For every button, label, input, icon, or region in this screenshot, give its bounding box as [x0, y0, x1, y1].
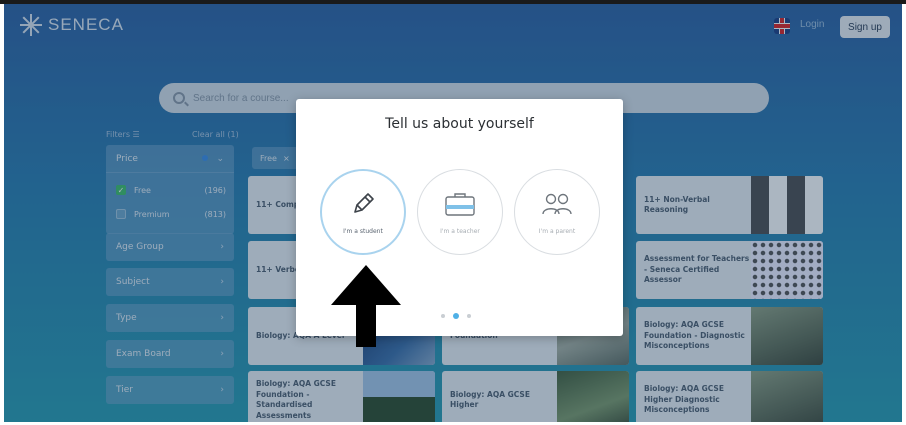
course-title: Biology: AQA GCSE Higher Diagnostic Misc…: [644, 384, 724, 415]
active-filter-dot: [202, 154, 209, 161]
option-label: Free: [134, 185, 151, 195]
role-label: I'm a teacher: [440, 227, 480, 235]
pagination-dots: [441, 313, 471, 319]
uk-flag-icon[interactable]: [774, 18, 790, 34]
role-student-option[interactable]: I'm a student: [320, 169, 406, 255]
course-card[interactable]: Biology: AQA GCSE Higher: [442, 371, 629, 422]
course-title: Biology: AQA GCSE Higher: [450, 389, 530, 410]
seneca-logo[interactable]: SENECA: [20, 14, 124, 36]
course-thumbnail: [751, 371, 823, 422]
filter-type[interactable]: Type ›: [106, 304, 234, 332]
course-thumbnail: [751, 307, 823, 365]
chevron-right-icon: ›: [220, 277, 224, 287]
role-parent-option[interactable]: I'm a parent: [514, 169, 600, 255]
filters-label: Filters ☰: [106, 130, 140, 139]
modal-title: Tell us about yourself: [385, 116, 534, 132]
course-title: Biology: AQA GCSE Foundation - Diagnosti…: [644, 320, 745, 351]
role-teacher-option[interactable]: I'm a teacher: [417, 169, 503, 255]
course-thumbnail: [363, 371, 435, 422]
search-placeholder: Search for a course...: [193, 92, 289, 104]
chevron-right-icon: ›: [220, 242, 224, 252]
filter-option-premium[interactable]: Premium (813): [116, 207, 226, 221]
course-title: 11+ Non-Verbal Reasoning: [644, 194, 710, 215]
filter-exam-board[interactable]: Exam Board ›: [106, 340, 234, 368]
filter-label: Type: [116, 313, 137, 323]
course-thumbnail: [751, 241, 823, 299]
option-count: (196): [204, 185, 226, 195]
filter-label: Tier: [116, 385, 133, 395]
filter-label: Exam Board: [116, 349, 171, 359]
chevron-right-icon: ›: [220, 385, 224, 395]
login-link[interactable]: Login: [800, 19, 824, 30]
option-count: (813): [204, 209, 226, 219]
signup-button[interactable]: Sign up: [840, 16, 890, 38]
arrow-up-icon: [331, 265, 401, 347]
chevron-right-icon: ›: [220, 349, 224, 359]
filter-age-group[interactable]: Age Group ›: [106, 233, 234, 261]
page-dot[interactable]: [467, 314, 471, 318]
filter-tier[interactable]: Tier ›: [106, 376, 234, 404]
filter-label: Subject: [116, 277, 150, 287]
pencil-icon: [354, 192, 374, 213]
people-icon: [542, 193, 572, 214]
page-dot-active[interactable]: [453, 313, 459, 319]
course-thumbnail: [557, 371, 629, 422]
clear-all-link[interactable]: Clear all (1): [192, 130, 239, 139]
course-card[interactable]: Biology: AQA GCSE Foundation - Standardi…: [248, 371, 435, 422]
chevron-right-icon: ›: [220, 313, 224, 323]
course-thumbnail: [751, 176, 823, 234]
checkbox-icon[interactable]: [116, 209, 126, 219]
seneca-burst-icon: [20, 14, 42, 36]
filter-subject[interactable]: Subject ›: [106, 268, 234, 296]
filter-option-free[interactable]: ✓ Free (196): [116, 183, 226, 197]
course-card[interactable]: Biology: AQA GCSE Foundation - Diagnosti…: [636, 307, 823, 365]
course-title: Biology: AQA GCSE Foundation - Standardi…: [256, 379, 336, 420]
chip-label: Free: [260, 153, 277, 163]
role-label: I'm a student: [343, 227, 383, 235]
price-filter: Price ⌄ ✓ Free (196) Premium (813): [106, 145, 234, 234]
role-label: I'm a parent: [538, 227, 576, 235]
price-label: Price: [116, 153, 138, 164]
logo-text: SENECA: [48, 15, 124, 34]
active-filter-chip[interactable]: Free ×: [252, 147, 300, 169]
course-card[interactable]: Assessment for Teachers - Seneca Certifi…: [636, 241, 823, 299]
course-card[interactable]: 11+ Non-Verbal Reasoning: [636, 176, 823, 234]
price-filter-header[interactable]: Price ⌄: [106, 145, 234, 173]
chevron-down-icon: ⌄: [216, 153, 224, 164]
filter-label: Age Group: [116, 242, 164, 252]
briefcase-icon: [445, 192, 475, 216]
page-dot[interactable]: [441, 314, 445, 318]
chip-close-icon[interactable]: ×: [283, 154, 290, 163]
course-title: Assessment for Teachers - Seneca Certifi…: [644, 254, 750, 285]
search-icon: [173, 92, 185, 104]
course-card[interactable]: Biology: AQA GCSE Higher Diagnostic Misc…: [636, 371, 823, 422]
option-label: Premium: [134, 209, 170, 219]
checkbox-checked-icon[interactable]: ✓: [116, 185, 126, 195]
